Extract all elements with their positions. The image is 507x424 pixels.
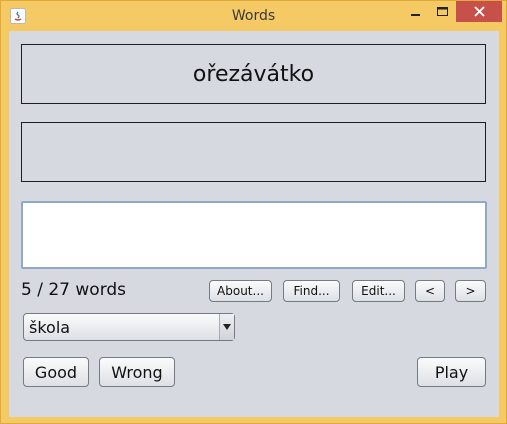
close-button[interactable] — [456, 1, 502, 22]
client-area: ořezávátko 5 / 27 words About... Find...… — [9, 31, 499, 417]
word-text: ořezávátko — [192, 61, 315, 87]
maximize-icon — [436, 6, 448, 16]
translation-display — [21, 122, 486, 182]
about-button[interactable]: About... — [209, 280, 272, 302]
word-count-label: 5 / 27 words — [21, 280, 127, 300]
minimize-icon — [411, 13, 420, 16]
word-display: ořezávátko — [21, 44, 486, 104]
next-button[interactable]: > — [455, 280, 486, 302]
find-button[interactable]: Find... — [283, 280, 340, 302]
previous-button[interactable]: < — [415, 280, 445, 302]
app-window: Words ořezávátko 5 / 27 words About... F… — [0, 0, 507, 424]
minimize-button[interactable] — [403, 1, 429, 22]
good-button[interactable]: Good — [23, 357, 89, 387]
wrong-button[interactable]: Wrong — [99, 357, 175, 387]
title-bar[interactable]: Words — [1, 1, 506, 31]
answer-input[interactable] — [21, 201, 487, 269]
close-icon — [473, 6, 485, 17]
maximize-button[interactable] — [429, 1, 455, 22]
edit-button[interactable]: Edit... — [352, 280, 405, 302]
chevron-down-icon[interactable] — [219, 314, 234, 340]
play-button[interactable]: Play — [417, 357, 486, 387]
lesson-select-value: škola — [29, 318, 71, 337]
lesson-select[interactable]: škola — [23, 313, 235, 341]
